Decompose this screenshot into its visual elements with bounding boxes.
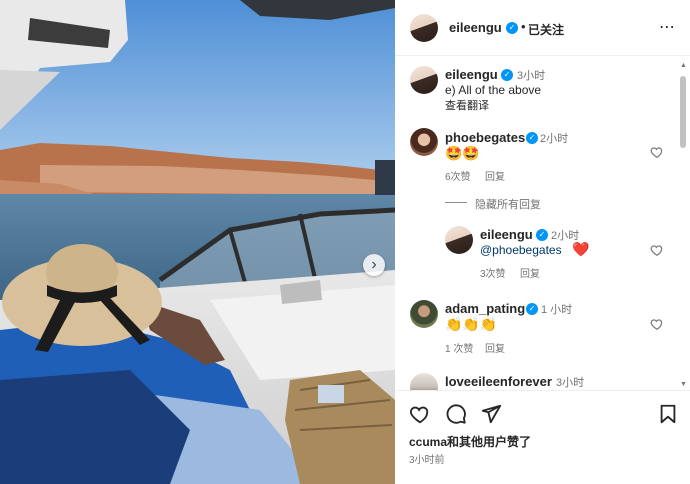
post-sidebar: eileengu ✓ • 已关注 ⋯ eileengu ✓ 3小时 e) All… — [395, 0, 690, 484]
comment-icon[interactable] — [445, 403, 467, 425]
more-horizontal-icon[interactable]: ⋯ — [659, 17, 676, 37]
caption-text: e) All of the above — [445, 83, 542, 97]
see-translation-link[interactable]: 查看翻译 — [445, 97, 489, 113]
post-timestamp: 3小时前 — [409, 455, 445, 466]
follow-state-button[interactable]: 已关注 — [528, 21, 564, 38]
verified-badge-icon: ✓ — [526, 132, 538, 144]
caption-username[interactable]: eileengu — [445, 67, 498, 82]
carousel-next-button[interactable]: › — [363, 254, 385, 276]
boat-lake-photo — [0, 0, 395, 484]
scroll-up-arrow-icon[interactable]: ▲ — [680, 62, 687, 69]
header-username[interactable]: eileengu — [449, 20, 502, 35]
avatar[interactable] — [445, 226, 473, 254]
comment-text: 🤩🤩 — [445, 145, 480, 161]
comment-likes[interactable]: 3次赞 — [480, 265, 506, 280]
scrollbar-thumb[interactable] — [680, 76, 686, 148]
divider — [445, 202, 467, 203]
heart-icon[interactable] — [650, 317, 664, 331]
reply-button[interactable]: 回复 — [520, 265, 540, 280]
avatar[interactable] — [410, 373, 438, 390]
comments-scrollbar[interactable]: ▲ ▼ — [679, 62, 687, 388]
comment-text: ❤️ — [572, 241, 590, 257]
comment-username[interactable]: loveeileenforever — [445, 374, 552, 389]
comment-username[interactable]: eileengu — [480, 227, 533, 242]
comment-time: 1 小时 — [541, 304, 573, 316]
caption-time: 3小时 — [517, 70, 546, 82]
comment-time: 2小时 — [540, 133, 569, 145]
post-header: eileengu ✓ • 已关注 ⋯ — [395, 0, 690, 56]
hide-replies-button[interactable]: 隐藏所有回复 — [475, 196, 541, 212]
verified-badge-icon: ✓ — [526, 303, 538, 315]
heart-icon[interactable] — [409, 403, 431, 425]
scroll-down-arrow-icon[interactable]: ▼ — [680, 381, 687, 388]
comment-time: 3小时 — [556, 377, 585, 389]
avatar[interactable] — [410, 128, 438, 156]
post-photo: › — [0, 0, 395, 484]
reply-button[interactable]: 回复 — [485, 168, 505, 183]
avatar[interactable] — [410, 66, 438, 94]
heart-icon[interactable] — [650, 243, 664, 257]
comment-mention[interactable]: @phoebegates — [480, 243, 562, 257]
heart-icon[interactable] — [650, 145, 664, 159]
verified-badge-icon: ✓ — [536, 229, 548, 241]
comment-likes[interactable]: 1 次赞 — [445, 340, 473, 355]
likes-summary[interactable]: ccuma和其他用户赞了 — [409, 433, 531, 450]
comment-text: 👏👏👏 — [445, 316, 498, 332]
reply-button[interactable]: 回复 — [485, 340, 505, 355]
comment-username[interactable]: adam_pating — [445, 301, 525, 316]
verified-badge-icon: ✓ — [501, 69, 513, 81]
comments-list[interactable]: eileengu ✓ 3小时 e) All of the above 查看翻译 … — [395, 56, 690, 390]
separator-dot: • — [521, 19, 526, 34]
comment-likes[interactable]: 6次赞 — [445, 168, 471, 183]
share-icon[interactable] — [480, 403, 502, 425]
bookmark-icon[interactable] — [657, 403, 679, 425]
verified-badge-icon: ✓ — [506, 22, 518, 34]
avatar[interactable] — [410, 14, 438, 42]
post-actions: ccuma和其他用户赞了 3小时前 — [395, 390, 690, 484]
avatar[interactable] — [410, 300, 438, 328]
comment-username[interactable]: phoebegates — [445, 130, 525, 145]
